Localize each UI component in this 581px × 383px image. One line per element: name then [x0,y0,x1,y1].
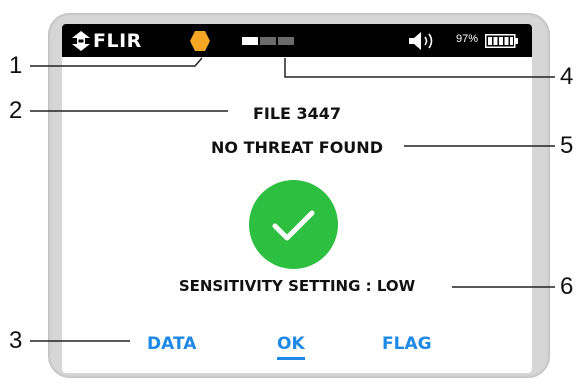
callout-number-1: 1 [9,52,23,79]
callout-number-4: 4 [560,63,574,90]
callout-number-5: 5 [560,132,574,159]
callout-leader-lines [30,57,555,342]
callout-number-2: 2 [9,97,23,124]
callout-number-6: 6 [560,273,574,300]
callout-number-3: 3 [9,327,23,354]
callout-4-line [284,58,555,78]
callout-1-line [30,57,203,67]
